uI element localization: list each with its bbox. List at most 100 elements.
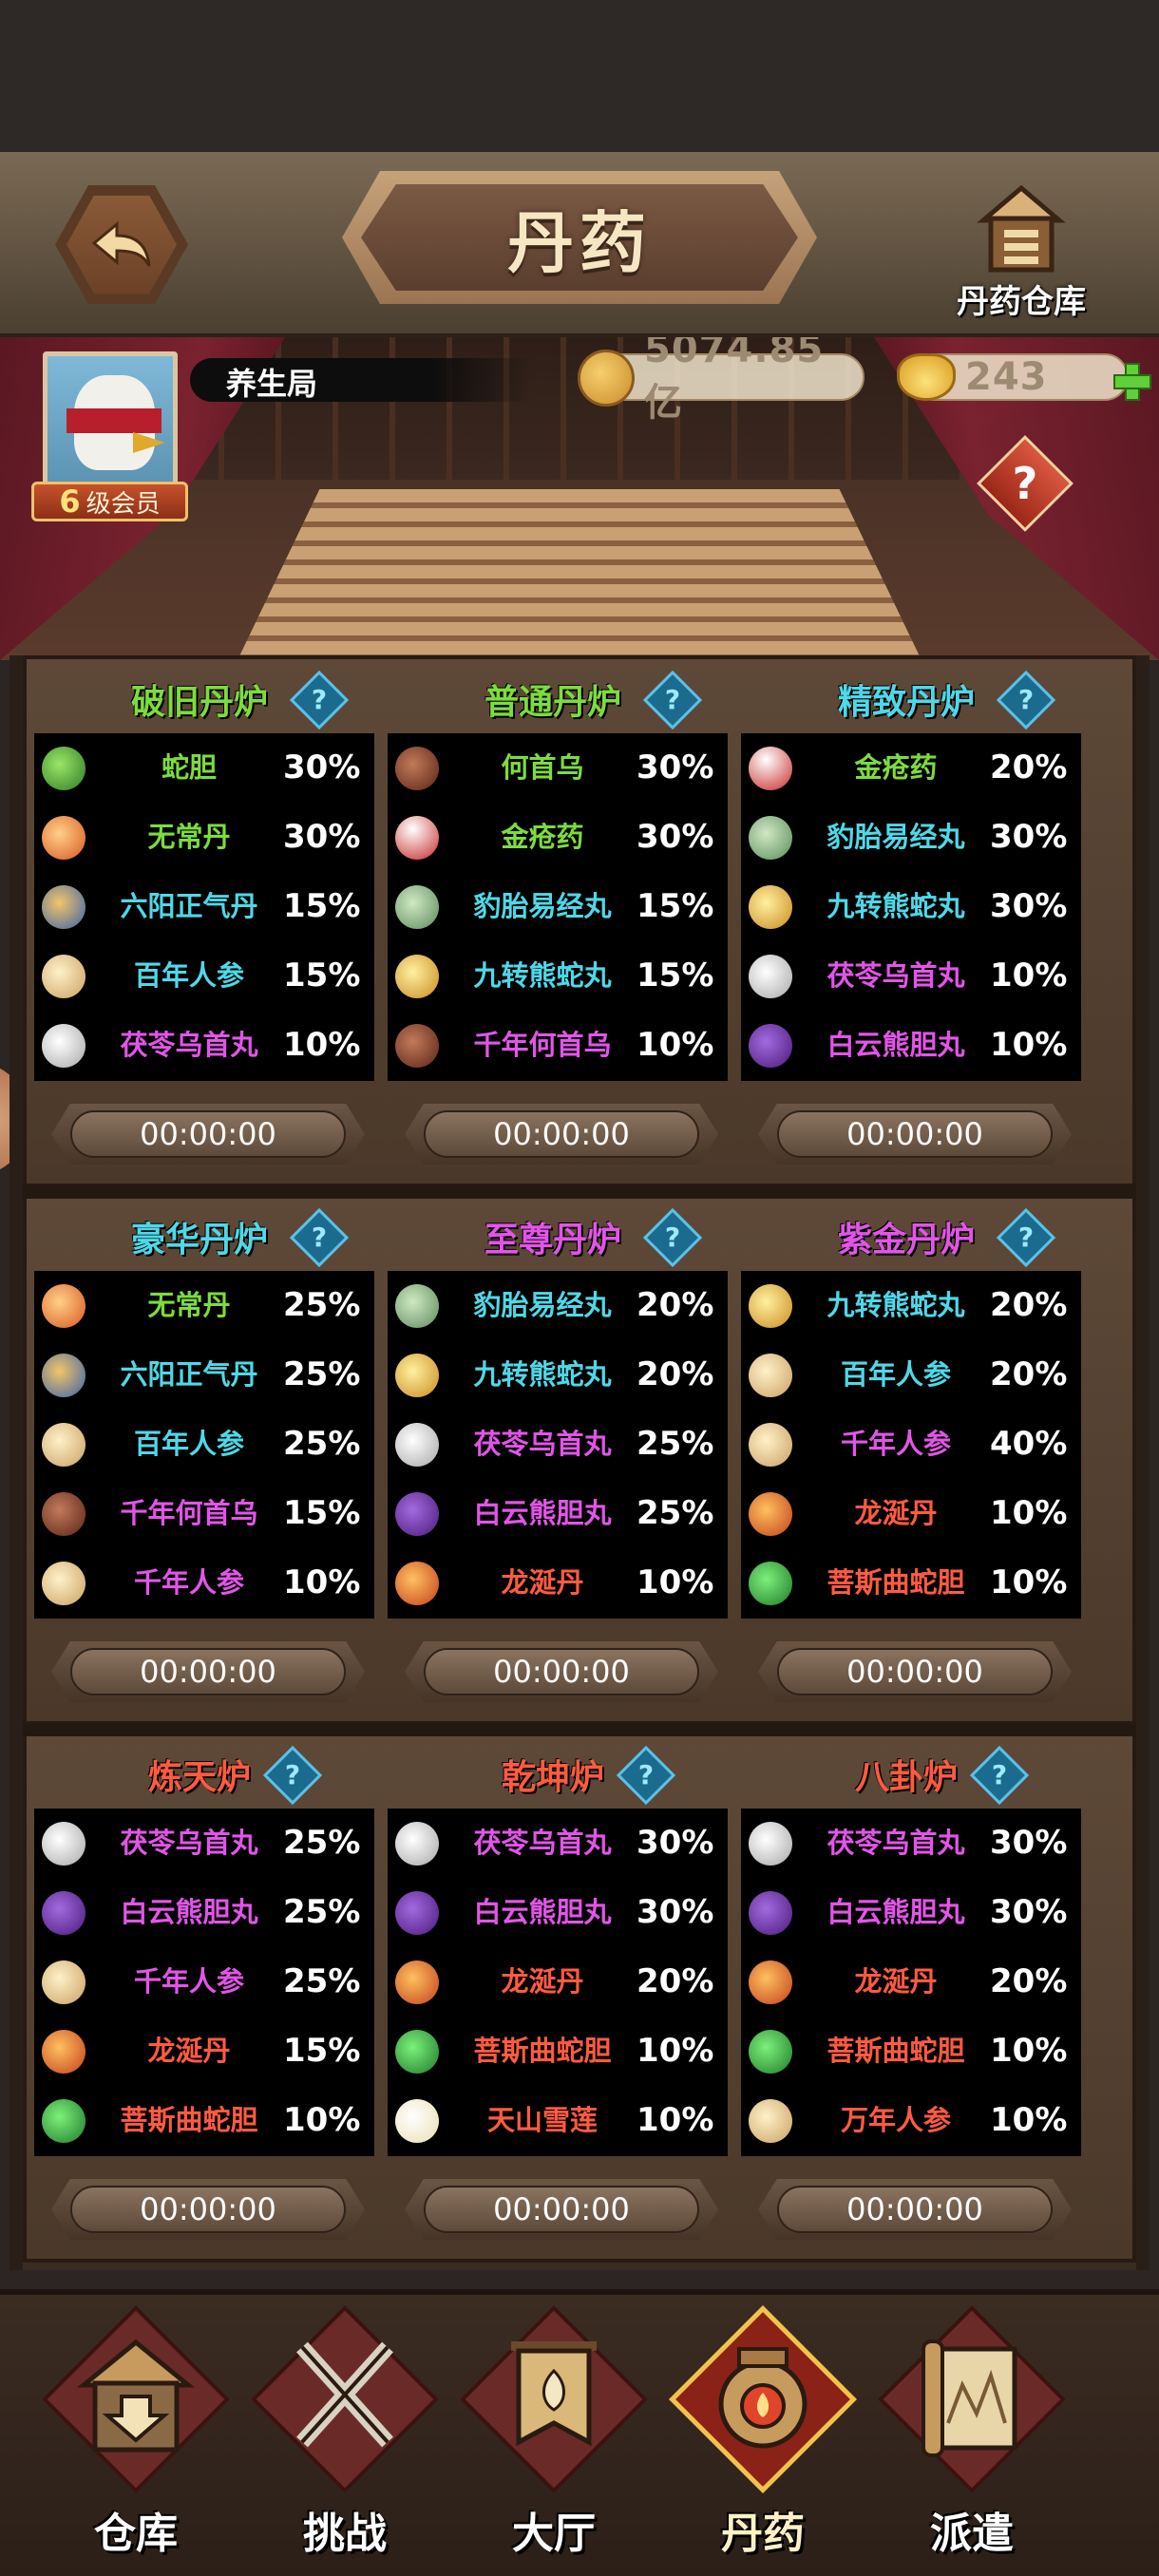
pill-name: 千年人参 — [133, 1965, 244, 1998]
nav-label: 挑战 — [303, 2510, 387, 2558]
nav-item-scroll-map[interactable]: 派遣 — [872, 2305, 1072, 2570]
vip-badge[interactable]: 6 级会员 — [31, 482, 188, 521]
drop-rate: 10% — [283, 1026, 361, 1064]
drop-rate: 25% — [636, 1425, 714, 1463]
pill-name: 龙涎丹 — [501, 1965, 584, 1998]
nav-item-furnace[interactable]: 丹药 — [663, 2305, 863, 2570]
pill-warehouse-button[interactable]: 丹药仓库 — [940, 180, 1102, 323]
jiuzhuan-pill-icon — [395, 1354, 439, 1397]
baotai-pill-icon — [749, 816, 792, 860]
nav-item-warehouse[interactable]: 仓库 — [36, 2305, 236, 2570]
drop-rate: 20% — [990, 1286, 1068, 1324]
drop-rate-row: 茯苓乌首丸 25% — [34, 1809, 374, 1878]
back-arrow-icon — [91, 220, 151, 267]
drop-rate: 25% — [283, 1962, 361, 2000]
furnace-timer[interactable]: 00:00:00 — [51, 1104, 365, 1165]
furnace-timer[interactable]: 00:00:00 — [405, 1641, 718, 1702]
drop-rate: 10% — [990, 2032, 1068, 2070]
question-icon: ? — [637, 1759, 655, 1790]
page-title-plate: 丹药 — [342, 171, 817, 304]
drop-rate-row: 龙涎丹 10% — [388, 1548, 728, 1618]
furnace-timer[interactable]: 00:00:00 — [758, 2179, 1072, 2240]
back-button[interactable] — [55, 185, 188, 304]
furnace-timer[interactable]: 00:00:00 — [758, 1104, 1072, 1165]
furnace-card[interactable]: 豪华丹炉? 无常丹 25% 六阳正气丹 25% 百年人参 25% 千年何首乌 15% 千年人参 10… — [23, 1193, 376, 1725]
liuyang-pill-icon — [42, 1354, 86, 1397]
pill-name: 白云熊胆丸 — [826, 1896, 965, 1928]
furnace-card[interactable]: 八卦炉? 茯苓乌首丸 30% 白云熊胆丸 30% 龙涎丹 20% 菩斯曲蛇胆 10% 万年人参 10… — [730, 1731, 1083, 2263]
furnace-timer[interactable]: 00:00:00 — [758, 1641, 1072, 1702]
avatar[interactable] — [43, 351, 178, 486]
furnace-card[interactable]: 精致丹炉? 金疮药 20% 豹胎易经丸 30% 九转熊蛇丸 30% 茯苓乌首丸 10% 白云熊胆丸… — [730, 655, 1083, 1187]
drop-rate-row: 豹胎易经丸 20% — [388, 1271, 728, 1340]
drop-rate-list: 无常丹 25% 六阳正气丹 25% 百年人参 25% 千年何首乌 15% 千年人参 10% — [34, 1271, 374, 1619]
pill-name: 豹胎易经丸 — [473, 890, 612, 922]
furnace-card[interactable]: 普通丹炉? 何首乌 30% 金疮药 30% 豹胎易经丸 15% 九转熊蛇丸 15% 千年何首乌 10… — [376, 655, 730, 1187]
furnace-card[interactable]: 至尊丹炉? 豹胎易经丸 20% 九转熊蛇丸 20% 茯苓乌首丸 25% 白云熊胆丸 25% 龙涎丹… — [376, 1193, 730, 1725]
furnace-card[interactable]: 破旧丹炉? 蛇胆 30% 无常丹 30% 六阳正气丹 15% 百年人参 15% 茯苓乌首丸 10% 0… — [23, 655, 376, 1187]
pill-name: 龙涎丹 — [854, 1497, 938, 1529]
furnace-card[interactable]: 紫金丹炉? 九转熊蛇丸 20% 百年人参 20% 千年人参 40% 龙涎丹 10% 菩斯曲蛇胆 10… — [730, 1193, 1083, 1725]
nav-item-hall-banner[interactable]: 大厅 — [454, 2305, 654, 2570]
snow-lotus-icon — [395, 2099, 439, 2143]
nav-item-crossed-swords[interactable]: 挑战 — [245, 2305, 445, 2570]
timer-value: 00:00:00 — [140, 2191, 276, 2227]
pusi-gall-icon — [42, 2099, 86, 2143]
pill-name: 万年人参 — [840, 2104, 951, 2136]
pill-name: 豹胎易经丸 — [473, 1289, 612, 1321]
jiuzhuan-pill-icon — [749, 1284, 792, 1328]
furnace-card[interactable]: 炼天炉? 茯苓乌首丸 25% 白云熊胆丸 25% 千年人参 25% 龙涎丹 15% 菩斯曲蛇胆 10… — [23, 1731, 376, 2263]
baiyun-pill-icon — [749, 1891, 792, 1935]
drop-rate-row: 六阳正气丹 15% — [34, 872, 374, 941]
ginseng-icon — [42, 1562, 86, 1605]
crossed-swords-icon — [283, 2328, 407, 2471]
drop-rate-row: 九转熊蛇丸 15% — [388, 941, 728, 1011]
fuling-pill-icon — [395, 1423, 439, 1467]
pill-name: 六阳正气丹 — [120, 890, 258, 922]
furnace-timer[interactable]: 00:00:00 — [51, 1641, 365, 1702]
player-nickname: 养生局 — [226, 366, 318, 402]
pill-name: 千年何首乌 — [473, 1029, 612, 1061]
furnace-card[interactable]: 乾坤炉? 茯苓乌首丸 30% 白云熊胆丸 30% 龙涎丹 20% 菩斯曲蛇胆 10% 天山雪莲 10… — [376, 1731, 730, 2263]
drop-rate: 10% — [990, 2101, 1068, 2139]
pill-name: 龙涎丹 — [147, 2035, 231, 2067]
drop-rate-list: 茯苓乌首丸 30% 白云熊胆丸 30% 龙涎丹 20% 菩斯曲蛇胆 10% 天山雪莲 10% — [388, 1809, 728, 2156]
drop-rate-row: 白云熊胆丸 30% — [741, 1878, 1081, 1947]
timer-value: 00:00:00 — [493, 1116, 630, 1152]
pusi-gall-icon — [749, 2030, 792, 2074]
drop-rate-row: 白云熊胆丸 25% — [388, 1479, 728, 1548]
ginseng-icon — [749, 1423, 792, 1467]
pill-name: 茯苓乌首丸 — [826, 959, 965, 992]
furnace-timer[interactable]: 00:00:00 — [51, 2179, 365, 2240]
timer-value: 00:00:00 — [140, 1116, 276, 1152]
drop-rate: 20% — [636, 1962, 714, 2000]
drop-rate-row: 茯苓乌首丸 10% — [34, 1011, 374, 1080]
drop-rate: 20% — [636, 1286, 714, 1324]
pill-name: 茯苓乌首丸 — [473, 1827, 612, 1859]
drop-rate: 10% — [990, 957, 1068, 994]
drop-rate-row: 万年人参 10% — [741, 2086, 1081, 2155]
drop-rate: 10% — [283, 2101, 361, 2139]
add-ingot-plus-icon[interactable] — [1112, 361, 1151, 401]
wuchang-pill-icon — [42, 816, 86, 860]
drop-rate-row: 无常丹 25% — [34, 1271, 374, 1340]
hall-banner-icon — [492, 2328, 616, 2471]
fuling-pill-icon — [395, 1822, 439, 1866]
drop-rate: 25% — [283, 1425, 361, 1463]
furnace-timer[interactable]: 00:00:00 — [405, 2179, 718, 2240]
pill-warehouse-label: 丹药仓库 — [957, 283, 1086, 321]
ginseng-icon — [749, 1354, 792, 1397]
warehouse-house-icon — [977, 184, 1066, 273]
wound-medicine-icon — [749, 747, 792, 790]
pill-name: 菩斯曲蛇胆 — [826, 2035, 965, 2067]
pill-name: 无常丹 — [147, 1289, 231, 1321]
pill-name: 九转熊蛇丸 — [826, 1289, 965, 1321]
baiyun-pill-icon — [395, 1492, 439, 1536]
pill-name: 白云熊胆丸 — [473, 1896, 612, 1928]
drop-rate-row: 千年何首乌 15% — [34, 1479, 374, 1548]
drop-rate-row: 菩斯曲蛇胆 10% — [34, 2086, 374, 2155]
warehouse-icon — [74, 2328, 198, 2471]
furnace-timer[interactable]: 00:00:00 — [405, 1104, 718, 1165]
drop-rate-list: 蛇胆 30% 无常丹 30% 六阳正气丹 15% 百年人参 15% 茯苓乌首丸 10% — [34, 733, 374, 1081]
baotai-pill-icon — [395, 1284, 439, 1328]
